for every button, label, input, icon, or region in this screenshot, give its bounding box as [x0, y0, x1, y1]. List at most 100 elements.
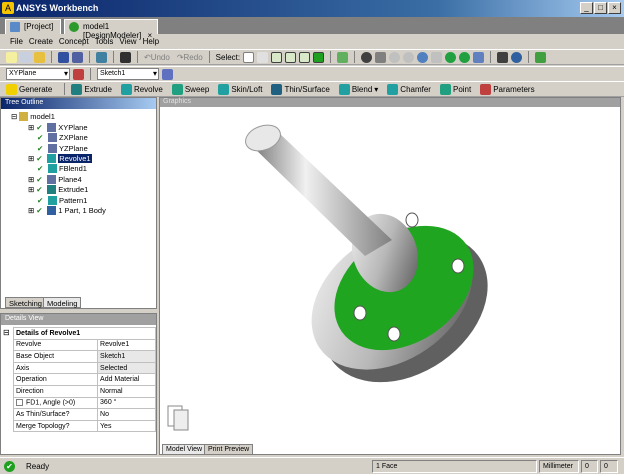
zoom-fit-icon[interactable]	[417, 51, 429, 63]
revolve-button[interactable]: Revolve	[120, 83, 163, 95]
select-vertex-icon[interactable]	[271, 51, 283, 63]
select-mode-icon[interactable]	[257, 51, 269, 63]
skin-loft-button[interactable]: Skin/Loft	[218, 83, 262, 95]
look-at-icon[interactable]	[535, 51, 547, 63]
window-title: ANSYS Workbench	[16, 3, 99, 13]
expand-icon: ⊞	[28, 174, 35, 184]
chamfer-icon	[387, 83, 399, 95]
tab-print-preview[interactable]: Print Preview	[204, 444, 254, 455]
table-row: FD1, Angle (>0) 360 °	[12, 396, 156, 410]
check-icon: ✔	[36, 205, 43, 215]
screenshot-icon[interactable]	[120, 51, 131, 63]
tree-outline-panel: Tree Outline ⊟ model1 ⊞ ✔ XYPlane ✔ ZXPlane …	[0, 97, 157, 309]
features-toolbar: Generate Extrude Revolve Sweep Skin/Loft…	[0, 81, 624, 97]
tree-item-plane4[interactable]: ⊞ ✔ Plane4	[28, 174, 82, 184]
sketch-select[interactable]: Sketch1	[97, 68, 159, 80]
menu-create[interactable]: Create	[29, 37, 53, 46]
generate-button[interactable]: Generate	[6, 83, 52, 95]
status-bar: ✔ Ready 1 Face Millimeter 0 0	[0, 457, 624, 474]
table-row: Direction Normal	[12, 384, 156, 398]
zoom-in-icon[interactable]	[445, 51, 457, 63]
document-tabs: [Project] model1 [DesignModeler] ×	[0, 17, 624, 40]
select-pointer-icon[interactable]	[243, 51, 255, 63]
tab-modeling[interactable]: Modeling	[43, 297, 82, 308]
tree-item-model1[interactable]: ⊟ model1	[11, 111, 55, 121]
point-button[interactable]: Point	[439, 83, 471, 95]
tab-model-view[interactable]: Model View	[162, 444, 207, 455]
zoom-out-icon[interactable]	[459, 51, 471, 63]
menu-help[interactable]: Help	[143, 37, 159, 46]
rotate-icon[interactable]	[361, 51, 373, 63]
designmodeler-icon	[69, 22, 79, 32]
folder-icon[interactable]	[34, 51, 45, 63]
model-viewport[interactable]	[160, 108, 620, 444]
redo-button[interactable]: ↷Redo	[177, 53, 203, 62]
extrude-icon	[71, 83, 83, 95]
revolve-icon	[120, 83, 132, 95]
pattern-icon	[48, 195, 57, 205]
zoom-window-icon[interactable]	[431, 51, 443, 63]
thin-surface-button[interactable]: Thin/Surface	[271, 83, 330, 95]
body-icon	[47, 205, 57, 215]
iso-view-icon[interactable]	[473, 51, 485, 63]
check-icon: ✔	[37, 195, 44, 205]
table-row: As Thin/Surface? No	[12, 408, 156, 421]
tab-designmodeler[interactable]: model1 [DesignModeler] ×	[64, 19, 158, 40]
ready-check-icon: ✔	[4, 461, 15, 472]
export-icon[interactable]	[96, 51, 107, 63]
extrude-button[interactable]: Extrude	[71, 83, 112, 95]
bolt-hole	[387, 326, 401, 342]
revolve-icon	[47, 153, 57, 163]
tree-item-pattern1[interactable]: ✔ Pattern1	[37, 195, 87, 205]
menu-concept[interactable]: Concept	[59, 37, 89, 46]
save-as-icon[interactable]	[72, 51, 83, 63]
blend-button[interactable]: Blend ▾	[338, 83, 378, 95]
minimize-button[interactable]: _	[580, 2, 593, 14]
bolt-hole	[405, 212, 419, 228]
ansys-logo-icon: A	[2, 2, 14, 14]
tree-item-fblend1[interactable]: ✔ FBlend1	[37, 163, 87, 173]
save-icon[interactable]	[58, 51, 69, 63]
tab-project[interactable]: [Project]	[5, 19, 61, 34]
triad-icon[interactable]	[497, 51, 509, 63]
zoom-icon[interactable]	[389, 51, 401, 63]
tree-item-revolve1[interactable]: ⊞ ✔ Revolve1	[28, 153, 92, 163]
zoom-box-icon[interactable]	[403, 51, 415, 63]
close-button[interactable]: ×	[608, 2, 621, 14]
select-body-icon[interactable]	[313, 51, 325, 63]
extend-selection-icon[interactable]	[337, 51, 349, 63]
new-sketch-icon[interactable]	[162, 68, 173, 80]
bolt-hole	[451, 258, 465, 274]
parameters-button[interactable]: Parameters	[480, 83, 535, 95]
tree-item-zxplane[interactable]: ✔ ZXPlane	[37, 132, 88, 142]
table-row: Axis Selected	[12, 361, 156, 375]
chamfer-button[interactable]: Chamfer	[387, 83, 431, 95]
menu-tools[interactable]: Tools	[95, 37, 114, 46]
expand-icon: ⊞	[28, 122, 35, 132]
tree-item-xyplane[interactable]: ⊞ ✔ XYPlane	[28, 122, 87, 132]
select-edge-icon[interactable]	[285, 51, 297, 63]
collapse-icon[interactable]: ⊟	[3, 328, 10, 337]
table-row: Merge Topology? Yes	[12, 419, 156, 433]
select-face-icon[interactable]	[299, 51, 311, 63]
display-model-icon[interactable]	[511, 51, 523, 63]
tree-item-parts[interactable]: ⊞ ✔ 1 Part, 1 Body	[28, 205, 106, 215]
new-icon[interactable]	[6, 51, 17, 63]
menu-file[interactable]: File	[10, 37, 23, 46]
plane-select[interactable]: XYPlane	[6, 68, 70, 80]
open-icon[interactable]	[20, 51, 31, 63]
tab-sketching[interactable]: Sketching	[5, 297, 46, 308]
3d-model[interactable]	[242, 121, 516, 413]
tree-item-yzplane[interactable]: ✔ YZPlane	[37, 143, 88, 153]
sweep-button[interactable]: Sweep	[171, 83, 209, 95]
parameter-checkbox[interactable]	[16, 399, 23, 407]
undo-button[interactable]: ↶Undo	[144, 53, 170, 62]
select-label: Select:	[215, 52, 241, 62]
tree-outline-header: Tree Outline	[1, 98, 156, 109]
new-plane-icon[interactable]	[73, 68, 84, 80]
pan-icon[interactable]	[375, 51, 387, 63]
plane-icon	[48, 143, 57, 153]
maximize-button[interactable]: □	[594, 2, 607, 14]
tree-item-extrude1[interactable]: ⊞ ✔ Extrude1	[28, 184, 88, 194]
menu-view[interactable]: View	[119, 37, 136, 46]
